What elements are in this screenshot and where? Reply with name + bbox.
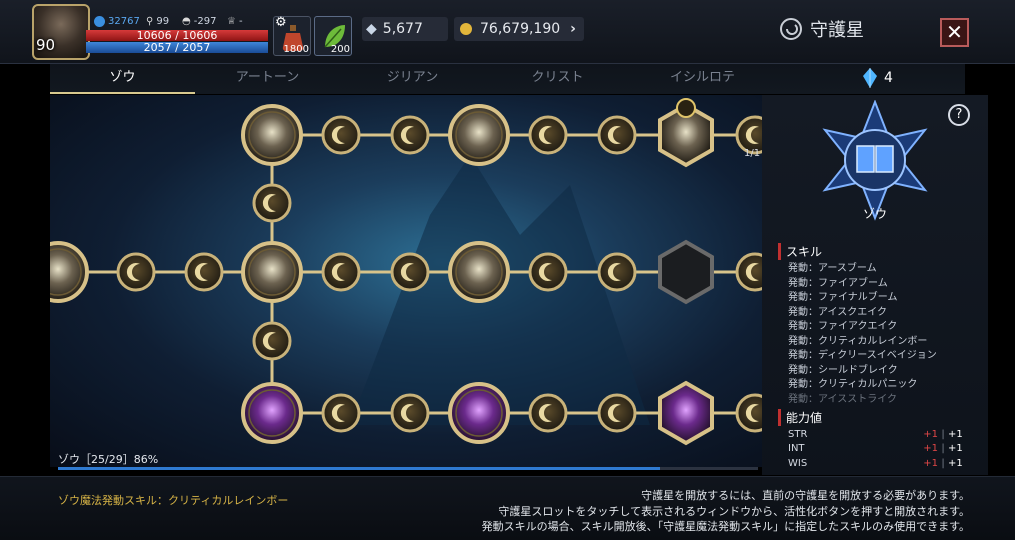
- hp-potion-slot[interactable]: ⚙ 1800: [273, 15, 311, 56]
- explosion-node[interactable]: [448, 241, 510, 303]
- stat-row-int: INT +1 | +1: [788, 443, 963, 455]
- constellation-tree: 1/1: [50, 95, 762, 467]
- skill-item: 発動：ファイアクエイク: [788, 321, 898, 332]
- skills-title: スキル: [778, 243, 822, 260]
- chevron-right-icon[interactable]: ›: [570, 21, 576, 37]
- moon-slot-node[interactable]: [528, 252, 568, 292]
- node-counter: 1/1: [744, 148, 761, 159]
- power-icon: [94, 16, 105, 27]
- character-level: 90: [36, 36, 56, 54]
- progress-fill: [58, 467, 660, 470]
- moon-slot-node[interactable]: [528, 115, 568, 155]
- tab-isilrote[interactable]: イシルロテ: [630, 64, 775, 94]
- moon-slot-node[interactable]: [597, 115, 637, 155]
- stats-title: 能力値: [778, 409, 822, 426]
- moon-slot-node[interactable]: [390, 115, 430, 155]
- window-title: 守護星: [778, 16, 864, 42]
- rock-node[interactable]: [50, 241, 89, 303]
- skill-item: 発動：ファイナルブーム: [788, 292, 898, 303]
- skill-item: 発動：クリティカルパニック: [788, 379, 918, 390]
- close-icon[interactable]: ✕: [946, 20, 963, 44]
- tab-jillian[interactable]: ジリアン: [340, 64, 485, 94]
- help-notes: 守護星を開放するには、直前の守護星を開放する必要があります。 守護星スロットをタ…: [482, 488, 970, 535]
- locked-hex-node[interactable]: [658, 239, 714, 305]
- moon-slot-node[interactable]: [597, 393, 637, 433]
- key-icon: ⚲: [146, 16, 154, 27]
- moon-slot-node[interactable]: [390, 252, 430, 292]
- note-line: 守護星スロットをタッチして表示されるウィンドウから、活性化ボタンを押すと開放され…: [498, 504, 970, 518]
- tree-graphic: [50, 98, 762, 446]
- progress-label: ゾウ［25/29］86%: [58, 453, 159, 466]
- moon-slot-node[interactable]: [528, 393, 568, 433]
- stat-row-wis: WIS +1 | +1: [788, 457, 963, 469]
- skill-item: 発動：クリティカルレインボー: [788, 335, 928, 347]
- helmet-stat: ◓ -297: [182, 16, 217, 27]
- gear-icon[interactable]: ⚙: [275, 15, 287, 30]
- stardust-count: 4: [862, 68, 893, 88]
- constellation-name: ゾウ: [862, 207, 887, 221]
- skill-item: 発動：アイスクエイク: [788, 306, 887, 318]
- star-badge-icon: [676, 98, 696, 118]
- moon-slot-node[interactable]: [252, 321, 292, 361]
- herb-slot[interactable]: 200: [314, 16, 352, 56]
- moon-slot-node[interactable]: [735, 252, 762, 292]
- trophy-stat: ♕ -: [227, 16, 243, 27]
- crystal-burst-node[interactable]: [241, 241, 303, 303]
- earth-crack-node[interactable]: [241, 104, 303, 166]
- mp-bar: 2057 / 2057: [86, 42, 268, 53]
- skill-item-locked: 発動：アイスストライク: [788, 393, 897, 405]
- helmet-icon: ◓: [182, 16, 191, 27]
- close-button[interactable]: ✕: [940, 18, 969, 47]
- purple-gem-node[interactable]: [448, 382, 510, 444]
- moon-slot-node[interactable]: [321, 252, 361, 292]
- skill-item: 発動：アースブーム: [788, 263, 877, 274]
- purple-figure-hex-node[interactable]: [658, 380, 714, 446]
- moon-slot-node[interactable]: [321, 115, 361, 155]
- gold-currency: 76,679,190 ›: [454, 17, 584, 41]
- stat-row-str: STR +1 | +1: [788, 428, 963, 440]
- trophy-icon: ♕: [227, 16, 236, 27]
- tab-arton[interactable]: アートーン: [195, 64, 340, 94]
- crystal-icon: ◆: [366, 21, 377, 37]
- moon-slot-node[interactable]: [735, 393, 762, 433]
- moon-slot-node[interactable]: [597, 252, 637, 292]
- tab-zou[interactable]: ゾウ: [50, 64, 195, 94]
- blue-crystal-icon: [863, 68, 877, 88]
- hp-bar: 10606 / 10606: [86, 30, 268, 41]
- note-line: 守護星を開放するには、直前の守護星を開放する必要があります。: [641, 489, 970, 502]
- moon-slot-node[interactable]: [252, 183, 292, 223]
- skill-item: 発動：ファイアブーム: [788, 277, 888, 289]
- combat-power: 32767: [94, 16, 140, 27]
- constellation-tabs: ゾウ アートーン ジリアン クリスト イシルロテ: [50, 64, 965, 94]
- triple-spike-node[interactable]: [448, 104, 510, 166]
- note-line: 発動スキルの場合、スキル開放後、「守護星魔法発動スキル」に指定したスキルのみ使用…: [481, 520, 970, 533]
- progress-bar: [58, 467, 758, 470]
- skill-item: 発動：シールドブレイク: [788, 364, 898, 376]
- key-count: ⚲ 99: [146, 16, 170, 27]
- guardian-star-icon: [780, 18, 802, 40]
- stat-table: STR +1 | +1 INT +1 | +1 WIS +1 | +1: [788, 427, 968, 471]
- moon-slot-node[interactable]: [390, 393, 430, 433]
- moon-slot-node[interactable]: [116, 252, 156, 292]
- gold-coin-icon: [460, 23, 472, 35]
- moon-slot-node[interactable]: [321, 393, 361, 433]
- active-magic-skill: ゾウ魔法発動スキル：クリティカルレインボー: [58, 494, 289, 507]
- tab-christ[interactable]: クリスト: [485, 64, 630, 94]
- skill-list: 発動：アースブーム 発動：ファイアブーム 発動：ファイナルブーム 発動：アイスク…: [788, 262, 937, 407]
- crystal-currency: ◆ 5,677: [362, 17, 448, 41]
- moon-slot-node[interactable]: [184, 252, 224, 292]
- skill-item: 発動：ディクリースイベイジョン: [788, 350, 937, 361]
- purple-rune-node[interactable]: [241, 382, 303, 444]
